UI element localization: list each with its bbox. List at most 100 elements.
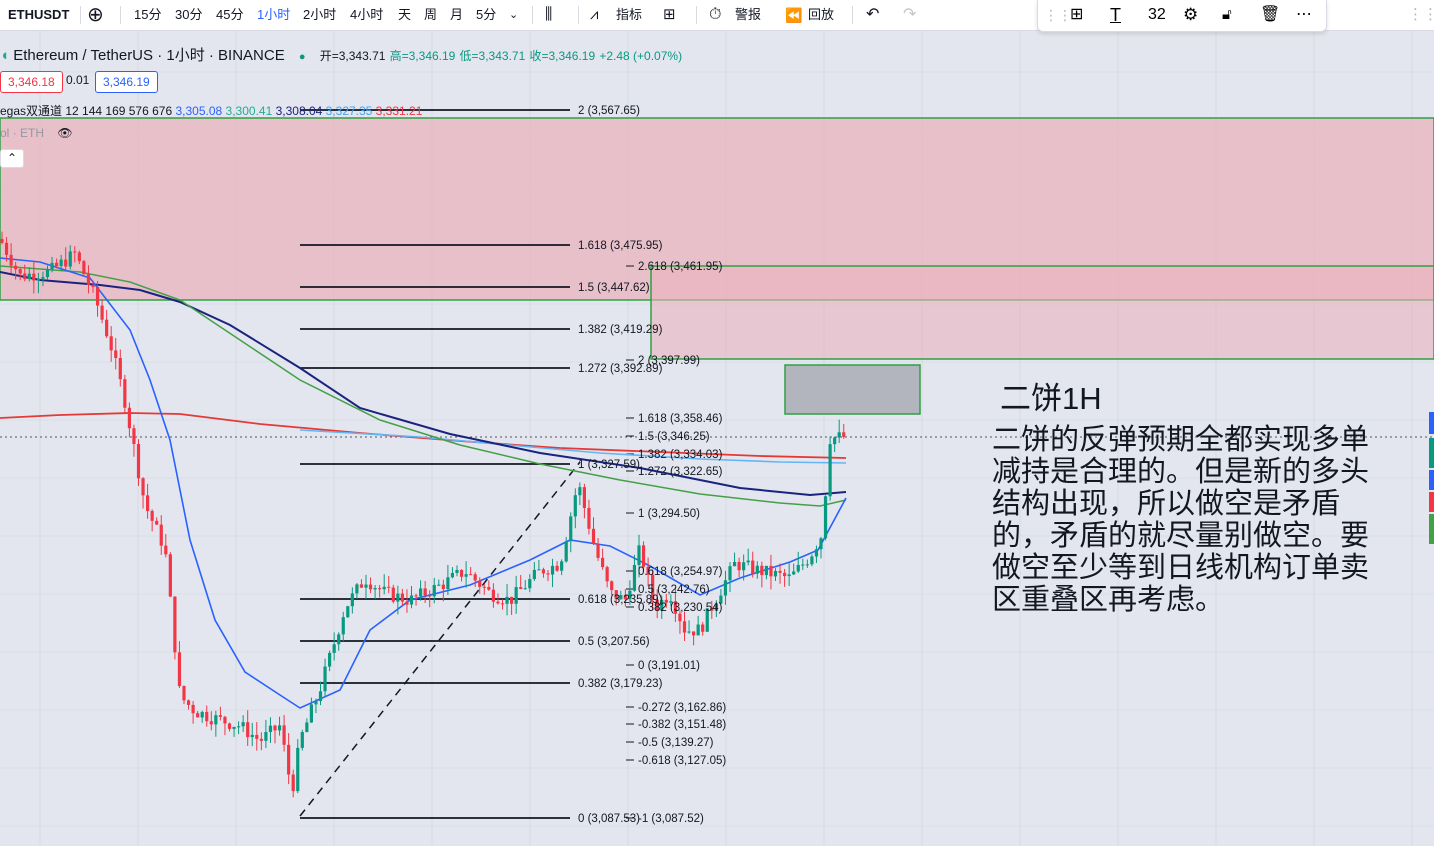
candle-body [250, 734, 254, 738]
text-color-icon[interactable]: T [1110, 0, 1121, 30]
candle-body [446, 577, 450, 590]
price-scale-marker [1429, 412, 1434, 434]
replay-button[interactable]: 回放 [808, 0, 834, 30]
indicators-icon[interactable]: ⩘ [590, 0, 598, 30]
alert-clock-icon[interactable]: ⏱ [709, 0, 721, 30]
interval-1d[interactable]: 天 [398, 0, 411, 30]
fib-b-level-label: 0.618 (3,254.97) [638, 566, 723, 578]
fib-b-level-label: 1.618 (3,358.46) [638, 413, 723, 425]
candle-body [77, 252, 81, 262]
interval-15m[interactable]: 15分 [134, 0, 161, 30]
candle-body [491, 589, 495, 602]
sell-zone-lower [650, 265, 1434, 360]
lock-icon[interactable]: 🔓︎ [1222, 0, 1232, 30]
trash-icon[interactable]: 🗑︎ [1260, 0, 1280, 30]
settings-gear-icon[interactable]: ⚙ [1183, 0, 1198, 30]
candle-body [419, 588, 423, 597]
sell-price-button[interactable]: 3,346.18 [0, 71, 63, 93]
replay-icon[interactable]: ⏪ [785, 0, 802, 30]
alert-button[interactable]: 警报 [735, 0, 761, 30]
undo-icon[interactable]: ↶ [866, 0, 879, 30]
candle-body [350, 593, 354, 607]
candle-body [810, 556, 814, 565]
candle-body [378, 588, 382, 590]
candle-body [573, 495, 577, 517]
candle-body [86, 274, 91, 285]
candle-body [305, 722, 309, 733]
candle-body [0, 239, 4, 243]
candle-body [591, 528, 596, 544]
candle-body [91, 284, 95, 287]
candle-body [400, 593, 404, 602]
candle-body [346, 606, 350, 618]
annotation-title[interactable]: 二饼1H [1000, 373, 1102, 418]
drag-handle-icon[interactable]: ⋮⋮ [1044, 0, 1072, 30]
candle-body [833, 437, 837, 445]
candle-body [95, 286, 100, 306]
fib-b-level-label: 2.618 (3,461.95) [638, 261, 723, 273]
vegas-value: 3,308.04 [272, 104, 323, 118]
candle-body [601, 557, 605, 568]
interval-1h[interactable]: 1小时 [257, 0, 290, 30]
fib-b-level-label: 0 (3,191.01) [638, 660, 700, 672]
fib-b-level-label: 1.272 (3,322.65) [638, 466, 723, 478]
fib-b-level-label: -1 (3,087.52) [638, 813, 704, 825]
buy-price-button[interactable]: 3,346.19 [95, 71, 158, 93]
collapse-legend-icon[interactable]: ⌃ [0, 149, 25, 168]
candle-body [300, 732, 304, 748]
annotation-text[interactable]: 二饼的反弹预期全都实现多单减持是合理的。但是新的多头结构出现，所以做空是矛盾的，… [992, 424, 1392, 616]
candlestick-type-icon[interactable]: ⫼ [545, 0, 552, 30]
interval-4h[interactable]: 4小时 [350, 0, 383, 30]
interval-2h[interactable]: 2小时 [303, 0, 336, 30]
vegas-indicator-values: 3,305.08 3,300.41 3,308.04 3,327.35 3,33… [175, 104, 422, 118]
candle-body [510, 596, 514, 604]
candle-body [792, 571, 796, 575]
divider [120, 6, 121, 24]
candle-body [32, 273, 36, 281]
candle-body [778, 570, 782, 573]
candle-body [186, 700, 191, 705]
candle-body [396, 593, 400, 602]
candle-body [414, 595, 418, 597]
interval-1w[interactable]: 周 [424, 0, 437, 30]
candle-body [828, 444, 832, 497]
symbol-search[interactable]: ETHUSDT [8, 0, 69, 30]
candle-body [4, 242, 9, 255]
eye-hidden-icon[interactable]: 👁︎ [57, 126, 72, 140]
candle-body [18, 269, 22, 274]
template-grid-icon[interactable]: ⊞ [1070, 0, 1083, 30]
candle-body [769, 565, 773, 577]
layout-grid-icon[interactable]: ⊞ [663, 0, 676, 30]
candle-body [787, 574, 791, 577]
candle-body [550, 565, 555, 575]
ohlc-change: +2.48 (+0.07%) [599, 49, 683, 63]
more-options-icon[interactable]: ⋯ [1296, 0, 1312, 30]
interval-30m[interactable]: 30分 [175, 0, 202, 30]
vegas-indicator-label: egas双通道 12 144 169 576 676 [0, 104, 173, 118]
vegas-value: 3,327.35 [322, 104, 373, 118]
drag-handle-icon[interactable]: ⋮⋮ [1408, 0, 1434, 30]
fib-b-level-label: -0.5 (3,139.27) [638, 737, 714, 749]
candle-body [146, 495, 150, 511]
vegas-indicator-legend[interactable]: egas双通道 12 144 169 576 676 3,305.08 3,30… [0, 102, 422, 119]
vegas-value: 3,331.21 [372, 104, 423, 118]
price-scale-marker [1429, 492, 1434, 512]
interval-45m[interactable]: 45分 [216, 0, 243, 30]
symbol-title: Ethereum / TetherUS · 1小时 · BINANCE [13, 47, 285, 64]
indicators-button[interactable]: 指标 [616, 0, 642, 30]
interval-1m[interactable]: 月 [450, 0, 463, 30]
chevron-down-icon[interactable]: ⌄ [509, 0, 518, 30]
interval-5m[interactable]: 5分 [476, 0, 496, 30]
font-size-select[interactable]: 32 [1148, 0, 1166, 30]
compare-add-icon[interactable]: ⊕ [87, 0, 104, 30]
volume-indicator-legend[interactable]: ol · ETH 👁︎ [0, 126, 73, 140]
ohlc-low: 低=3,343.71 [459, 49, 526, 63]
candle-body [737, 561, 741, 571]
candle-body [391, 587, 395, 602]
price-scale-marker [1429, 514, 1434, 544]
redo-icon[interactable]: ↷ [903, 0, 916, 30]
candle-body [45, 269, 50, 278]
fib-b-level-label: 0.5 (3,242.76) [638, 584, 710, 596]
candle-body [582, 487, 586, 508]
price-chart[interactable]: 2 (3,567.65) 1.618 (3,475.95) 1.5 (3,447.6… [0, 0, 1434, 846]
